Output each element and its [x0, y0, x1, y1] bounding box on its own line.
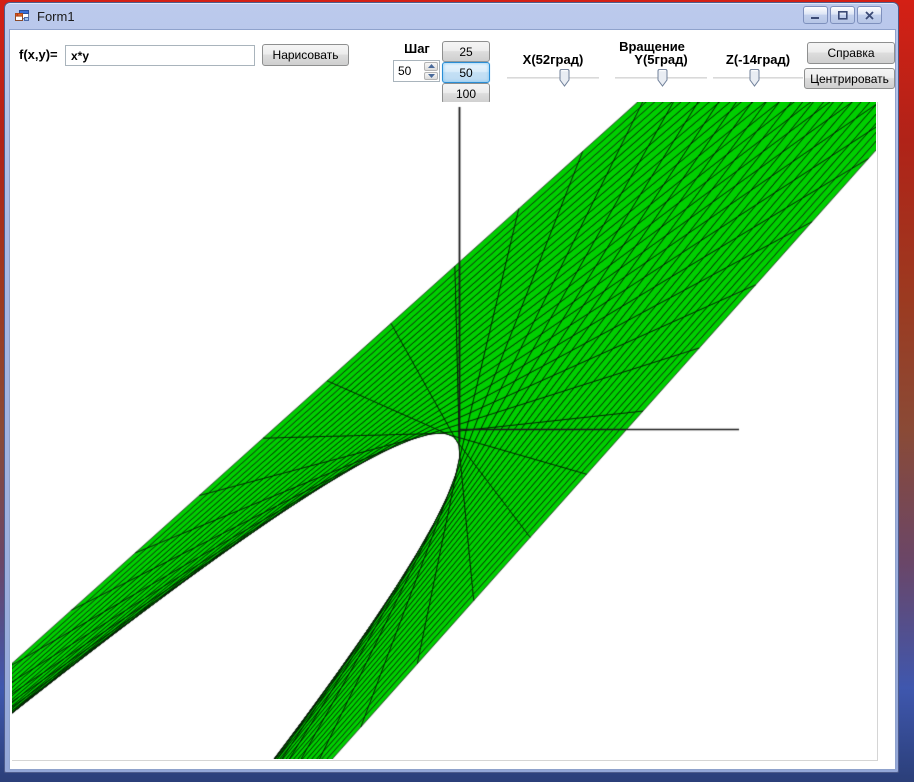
rotation-z-slider[interactable] — [713, 68, 803, 88]
close-icon — [865, 11, 874, 20]
close-button[interactable] — [857, 6, 882, 24]
arrow-down-icon — [428, 74, 435, 78]
function-input[interactable]: x*y — [65, 45, 255, 66]
slider-x-label: X(52град) — [491, 52, 615, 67]
step-25-button[interactable]: 25 — [442, 41, 490, 62]
slider-track[interactable] — [507, 77, 599, 79]
rotation-x-slider[interactable] — [507, 68, 599, 88]
slider-y-label: Y(5град) — [607, 52, 715, 67]
slider-thumb-z[interactable] — [749, 69, 760, 87]
maximize-icon — [838, 11, 848, 20]
minimize-icon — [811, 11, 820, 20]
arrow-up-icon — [428, 64, 435, 68]
step-down-button[interactable] — [424, 72, 438, 81]
client-area: f(x,y)= x*y Нарисовать Шаг 50 25 50 100 … — [9, 29, 896, 770]
draw-button[interactable]: Нарисовать — [262, 44, 349, 66]
slider-thumb-y[interactable] — [657, 69, 668, 87]
step-100-button[interactable]: 100 — [442, 83, 490, 104]
rotation-y-slider[interactable] — [615, 68, 707, 88]
app-window: Form1 f(x,y)= x*y Нарисовать Шаг 50 — [4, 2, 899, 773]
window-titlebar[interactable]: Form1 — [5, 3, 898, 29]
center-button[interactable]: Центрировать — [804, 68, 895, 89]
step-input[interactable]: 50 — [393, 60, 440, 82]
step-label: Шаг — [394, 41, 440, 56]
surface-plot-canvas — [12, 102, 876, 759]
step-value: 50 — [394, 64, 424, 78]
function-label: f(x,y)= — [19, 47, 58, 62]
maximize-button[interactable] — [830, 6, 855, 24]
desktop-background: Form1 f(x,y)= x*y Нарисовать Шаг 50 — [0, 0, 914, 782]
slider-z-label: Z(-14град) — [701, 52, 815, 67]
plot-area — [12, 102, 878, 761]
window-title: Form1 — [37, 9, 75, 24]
help-button[interactable]: Справка — [807, 42, 895, 64]
form-icon — [14, 8, 30, 24]
slider-thumb-x[interactable] — [559, 69, 570, 87]
minimize-button[interactable] — [803, 6, 828, 24]
step-up-button[interactable] — [424, 62, 438, 71]
step-50-button[interactable]: 50 — [442, 62, 490, 83]
